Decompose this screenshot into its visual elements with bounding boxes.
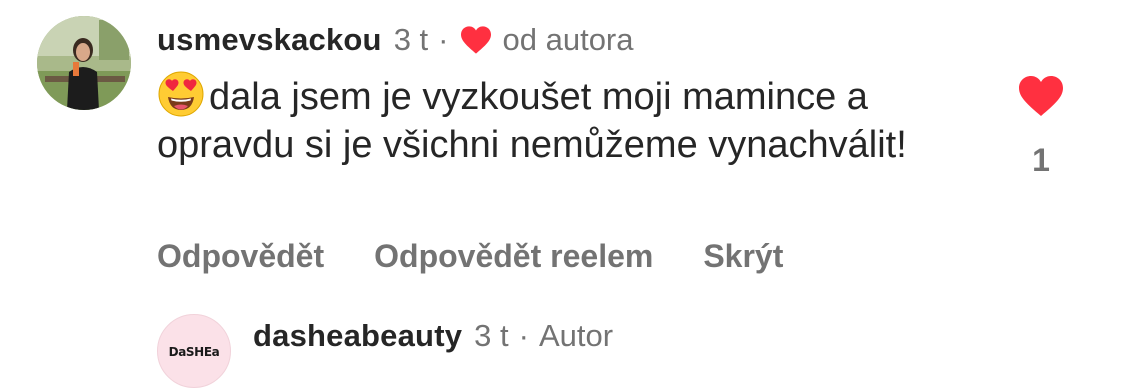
separator-dot: ·: [518, 318, 529, 353]
reply-comment: DaSHEa dasheabeauty 3 t · Autor: [0, 300, 1125, 388]
comment-username[interactable]: usmevskackou: [157, 22, 382, 58]
like-heart-icon[interactable]: [1016, 74, 1066, 118]
reply-button[interactable]: Odpovědět: [157, 238, 324, 275]
comment-meta: usmevskackou 3 t · od autora: [157, 18, 634, 62]
heart-eyes-emoji-icon: [158, 71, 204, 117]
comment-time: 3 t: [393, 22, 429, 57]
reply-username[interactable]: dasheabeauty: [253, 318, 462, 354]
reply-with-reel-button[interactable]: Odpovědět reelem: [374, 238, 653, 275]
comment-body: dala jsem je vyzkoušet moji mamince a op…: [157, 70, 977, 169]
separator-dot: ·: [438, 22, 449, 57]
comment-actions: Odpovědět Odpovědět reelem Skrýt: [157, 234, 783, 278]
liked-by-author-heart-icon: [460, 26, 491, 54]
reply-time: 3 t: [474, 318, 509, 353]
comment-text: dala jsem je vyzkoušet moji mamince a op…: [157, 76, 907, 166]
reply-meta: dasheabeauty 3 t · Autor: [253, 314, 613, 358]
reply-avatar[interactable]: DaSHEa: [157, 314, 231, 388]
avatar-photo: [37, 16, 131, 110]
avatar[interactable]: [37, 16, 131, 110]
hide-button[interactable]: Skrýt: [703, 238, 783, 275]
comment: usmevskackou 3 t · od autora dala jsem j…: [0, 0, 1125, 300]
like-count: 1: [1032, 142, 1050, 178]
author-badge: Autor: [538, 318, 614, 353]
liked-by-author-label: od autora: [502, 22, 634, 57]
reply-avatar-logo: DaSHEa: [168, 345, 220, 359]
